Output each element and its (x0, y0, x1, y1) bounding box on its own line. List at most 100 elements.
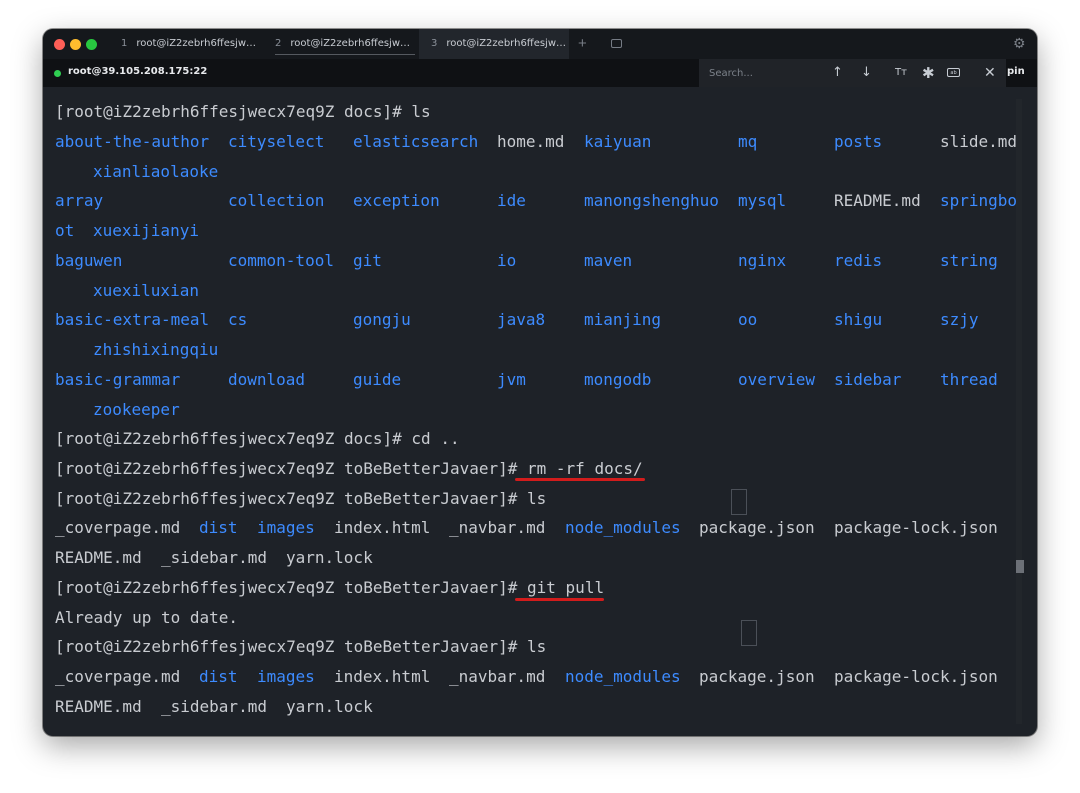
prompt: [root@iZ2zebrh6ffesjwecx7eq9Z toBeBetter… (55, 637, 528, 656)
file-entry: _sidebar.md (161, 548, 267, 567)
command: cd .. (411, 429, 460, 448)
command: git pull (527, 578, 605, 597)
close-icon[interactable]: ✕ (984, 65, 996, 81)
dir-entry: cityselect (228, 132, 325, 151)
terminal-window: 1 root@iZ2zebrh6ffesjw… 2 root@iZ2zebrh6ff… (43, 29, 1037, 736)
cursor-ghost (731, 489, 747, 515)
dir-entry: array (55, 191, 104, 210)
terminal-line: [root@iZ2zebrh6ffesjwecx7eq9Z toBeBetter… (55, 459, 643, 479)
file-entry: yarn.lock (286, 548, 373, 567)
dir-entry: mongodb (584, 370, 652, 389)
tab-underline (275, 54, 415, 55)
prompt: [root@iZ2zebrh6ffesjwecx7eq9Z toBeBetter… (55, 489, 528, 508)
ls-row-wrap: ot xuexijianyi (55, 221, 355, 241)
file-entry: package.json (699, 667, 815, 686)
tab-1[interactable]: 1 root@iZ2zebrh6ffesjw… (121, 29, 261, 59)
dir-entry: guide (353, 370, 402, 389)
file-entry: package.json (699, 518, 815, 537)
dir-entry: szjy (940, 310, 979, 329)
regex-icon[interactable]: ✱ (922, 65, 935, 81)
tab-title: root@iZ2zebrh6ffesjw… (290, 38, 411, 49)
command: ls (411, 102, 431, 121)
prompt: [root@iZ2zebrh6ffesjwecx7eq9Z toBeBetter… (55, 578, 528, 597)
ls-row: baguwen common-tool git io maven nginx r… (55, 251, 1025, 271)
terminal-line: [root@iZ2zebrh6ffesjwecx7eq9Z docs]# cd … (55, 429, 460, 449)
font-size-icon[interactable]: Tт (895, 65, 907, 81)
terminal-line: [root@iZ2zebrh6ffesjwecx7eq9Z docs]# ls (55, 102, 431, 122)
title-bar: 1 root@iZ2zebrh6ffesjw… 2 root@iZ2zebrh6ff… (43, 29, 1037, 59)
dir-entry: mysql (738, 191, 787, 210)
dir-entry: oo (738, 310, 758, 329)
file-entry: README.md (55, 548, 142, 567)
dir-entry: manongshenghuo (584, 191, 719, 210)
whole-word-icon[interactable]: ab (947, 68, 960, 77)
dir-entry: xianliaolaoke (93, 162, 219, 181)
tab-title: root@iZ2zebrh6ffesjw… (446, 38, 567, 49)
maximize-window-button[interactable] (86, 39, 97, 50)
dir-entry: mianjing (584, 310, 662, 329)
gear-icon[interactable]: ⚙ (1013, 35, 1026, 52)
file-entry: _coverpage.md (55, 518, 181, 537)
dir-entry: redis (834, 251, 883, 270)
file-entry: README.md (834, 191, 921, 210)
dir-entry: xuexijianyi (93, 221, 199, 240)
dir-entry: ide (497, 191, 526, 210)
dir-entry: node_modules (565, 667, 681, 686)
tab-number: 1 (121, 38, 128, 49)
terminal-line: [root@iZ2zebrh6ffesjwecx7eq9Z toBeBetter… (55, 489, 546, 509)
dir-entry: xuexiluxian (93, 281, 199, 300)
tab-overview-icon[interactable] (611, 39, 622, 48)
tab-number: 2 (275, 38, 282, 49)
dir-entry: io (497, 251, 517, 270)
tab-3-active[interactable]: 3 root@iZ2zebrh6ffesjw… (419, 29, 569, 59)
file-entry: _coverpage.md (55, 667, 181, 686)
dir-entry: basic-extra-meal (55, 310, 210, 329)
minimize-window-button[interactable] (70, 39, 81, 50)
file-entry: _navbar.md (449, 518, 546, 537)
close-window-button[interactable] (54, 39, 65, 50)
arrow-up-icon[interactable]: ↑ (832, 65, 843, 81)
dir-entry: images (257, 667, 315, 686)
ls-row: basic-extra-meal cs gongju java8 mianjin… (55, 310, 1025, 330)
ls-row: array collection exception ide manongshe… (55, 191, 1025, 211)
dir-entry: exception (353, 191, 440, 210)
dir-entry: dist (199, 518, 238, 537)
dir-entry: git (353, 251, 382, 270)
dir-entry: nginx (738, 251, 787, 270)
dir-entry: java8 (497, 310, 546, 329)
file-entry: _sidebar.md (161, 697, 267, 716)
dir-entry: posts (834, 132, 883, 151)
file-entry: yarn.lock (286, 697, 373, 716)
pin-button[interactable]: pin (1007, 66, 1025, 77)
dir-entry: ot (55, 221, 75, 240)
dir-entry: sidebar (834, 370, 902, 389)
annotation-underline (515, 598, 604, 601)
terminal-line: [root@iZ2zebrh6ffesjwecx7eq9Z toBeBetter… (55, 578, 604, 598)
command: ls (527, 637, 547, 656)
scrollbar-track[interactable] (1016, 99, 1022, 724)
prompt: [root@iZ2zebrh6ffesjwecx7eq9Z toBeBetter… (55, 459, 528, 478)
ls-row: _coverpage.md dist images index.html _na… (55, 667, 1025, 687)
dir-entry: cs (228, 310, 248, 329)
dir-entry: about-the-author (55, 132, 210, 151)
prompt: [root@iZ2zebrh6ffesjwecx7eq9Z docs]# (55, 102, 412, 121)
dir-entry: mq (738, 132, 758, 151)
scrollbar-thumb[interactable] (1016, 560, 1024, 573)
new-tab-button[interactable]: + (578, 35, 587, 52)
annotation-underline (515, 478, 645, 481)
dir-entry: download (228, 370, 306, 389)
file-entry: slide.md (940, 132, 1018, 151)
dir-entry: common-tool (228, 251, 334, 270)
dir-entry: baguwen (55, 251, 123, 270)
arrow-down-icon[interactable]: ↓ (861, 65, 872, 81)
search-input[interactable] (709, 65, 819, 81)
connection-status-icon (54, 70, 61, 77)
dir-entry: elasticsearch (353, 132, 479, 151)
dir-entry: node_modules (565, 518, 681, 537)
dir-entry: springbo (940, 191, 1018, 210)
tab-2[interactable]: 2 root@iZ2zebrh6ffesjw… (275, 29, 415, 59)
dir-entry: zhishixingqiu (93, 340, 219, 359)
dir-entry: shigu (834, 310, 883, 329)
dir-entry: images (257, 518, 315, 537)
dir-entry: zookeeper (93, 400, 180, 419)
